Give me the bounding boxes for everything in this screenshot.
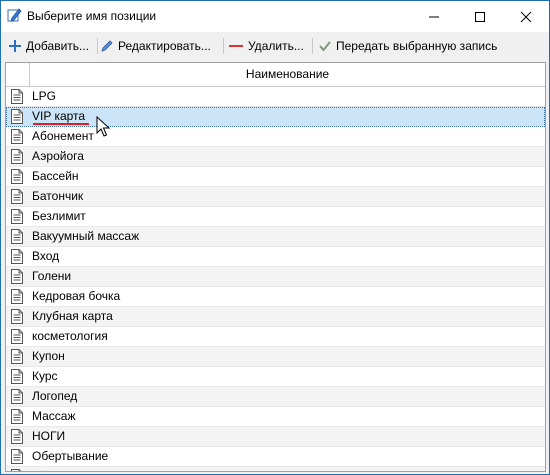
document-icon	[11, 389, 23, 404]
checkmark-icon	[319, 41, 331, 52]
table-row[interactable]: Аэройога	[6, 147, 545, 167]
edit-button[interactable]: Редактировать...	[100, 36, 211, 56]
document-icon	[11, 169, 23, 184]
table-row[interactable]: Массаж	[6, 407, 545, 427]
document-icon	[11, 309, 23, 324]
table-row[interactable]: Обертывание	[6, 447, 545, 467]
document-icon	[11, 109, 23, 124]
minimize-button[interactable]	[411, 1, 457, 32]
title-bar[interactable]: Выберите имя позиции	[1, 1, 549, 32]
window-title: Выберите имя позиции	[27, 9, 157, 23]
document-icon	[11, 329, 23, 344]
document-icon	[11, 189, 23, 204]
table-row[interactable]: Курс	[6, 367, 545, 387]
pass-selected-label: Передать выбранную запись	[336, 39, 498, 53]
dialog-window: Выберите имя позиции Добавить... Редакти…	[0, 0, 550, 475]
grid-header: Наименование	[6, 63, 545, 87]
document-icon	[11, 409, 23, 424]
document-icon	[11, 149, 23, 164]
edit-button-label: Редактировать...	[118, 39, 211, 53]
table-row[interactable]: Безлимит	[6, 207, 545, 227]
row-name-cell[interactable]: косметология	[32, 327, 108, 346]
pencil-icon	[101, 40, 113, 52]
table-row[interactable]: Купон	[6, 347, 545, 367]
row-name-cell[interactable]: Вакуумный массаж	[32, 227, 139, 246]
maximize-button[interactable]	[457, 1, 503, 32]
document-icon	[11, 229, 23, 244]
column-header-name[interactable]: Наименование	[30, 63, 545, 86]
add-button-label: Добавить...	[26, 39, 90, 53]
document-icon	[11, 369, 23, 384]
pass-selected-button[interactable]: Передать выбранную запись	[318, 36, 497, 56]
table-row[interactable]: косметология	[6, 327, 545, 347]
row-name-cell[interactable]: Аэройога	[32, 147, 84, 166]
maximize-icon	[475, 12, 485, 22]
row-name-cell[interactable]: Батончик	[32, 187, 83, 206]
table-row[interactable]: VIP карта	[6, 107, 545, 127]
minimize-icon	[429, 16, 439, 18]
table-row[interactable]: Бассейн	[6, 167, 545, 187]
table-row[interactable]: Вакуумный массаж	[6, 227, 545, 247]
mouse-cursor-icon	[96, 116, 110, 137]
row-name-cell[interactable]: Обертывание	[32, 447, 108, 466]
row-name-cell[interactable]: Купон	[32, 347, 65, 366]
add-button[interactable]: Добавить...	[8, 36, 89, 56]
pencil-icon	[7, 8, 22, 22]
row-name-cell[interactable]: Логопед	[32, 387, 77, 406]
row-name-cell[interactable]: Бассейн	[32, 167, 79, 186]
document-icon	[11, 249, 23, 264]
toolbar-separator	[223, 38, 224, 54]
grid-rows: LPG VIP карта Абонемент Аэройога Бассейн Бато…	[6, 87, 545, 471]
items-grid[interactable]: Наименование LPG VIP карта Абонемент Аэройо…	[5, 62, 546, 472]
table-row[interactable]: Клубная карта	[6, 307, 545, 327]
row-name-cell[interactable]: Клубная карта	[32, 307, 113, 326]
row-name-cell[interactable]: Обертывание полностью	[32, 467, 172, 471]
row-name-cell[interactable]: Массаж	[32, 407, 76, 426]
table-row[interactable]: Вход	[6, 247, 545, 267]
document-icon	[11, 269, 23, 284]
row-name-cell[interactable]: Голени	[32, 267, 71, 286]
table-row[interactable]: Голени	[6, 267, 545, 287]
delete-button[interactable]: Удалить...	[228, 36, 304, 56]
document-icon	[11, 449, 23, 464]
document-icon	[11, 289, 23, 304]
table-row[interactable]: НОГИ	[6, 427, 545, 447]
row-name-cell[interactable]: Абонемент	[32, 127, 94, 146]
row-name-cell[interactable]: Безлимит	[32, 207, 86, 226]
close-button[interactable]	[503, 1, 549, 32]
row-name-cell[interactable]: НОГИ	[32, 427, 65, 446]
document-icon	[11, 349, 23, 364]
plus-icon	[9, 40, 21, 52]
document-icon	[11, 209, 23, 224]
document-icon	[11, 89, 23, 104]
document-icon	[11, 129, 23, 144]
table-row[interactable]: Абонемент	[6, 127, 545, 147]
row-indicator-header	[6, 63, 30, 86]
minus-icon	[229, 45, 243, 47]
row-name-cell[interactable]: Курс	[32, 367, 58, 386]
table-row[interactable]: Логопед	[6, 387, 545, 407]
row-name-cell[interactable]: Кедровая бочка	[32, 287, 120, 306]
row-name-cell[interactable]: LPG	[32, 87, 56, 106]
annotation-underline	[33, 123, 89, 125]
document-icon	[11, 469, 22, 471]
table-row[interactable]: Кедровая бочка	[6, 287, 545, 307]
row-name-cell[interactable]: Вход	[32, 247, 59, 266]
table-row[interactable]: Батончик	[6, 187, 545, 207]
table-row[interactable]: Обертывание полностью	[6, 467, 545, 471]
toolbar-separator	[97, 38, 98, 54]
toolbar-separator	[312, 38, 313, 54]
close-icon	[520, 11, 532, 23]
toolbar: Добавить... Редактировать... Удалить... …	[1, 32, 549, 60]
delete-button-label: Удалить...	[248, 39, 304, 53]
table-row[interactable]: LPG	[6, 87, 545, 107]
document-icon	[11, 429, 23, 444]
